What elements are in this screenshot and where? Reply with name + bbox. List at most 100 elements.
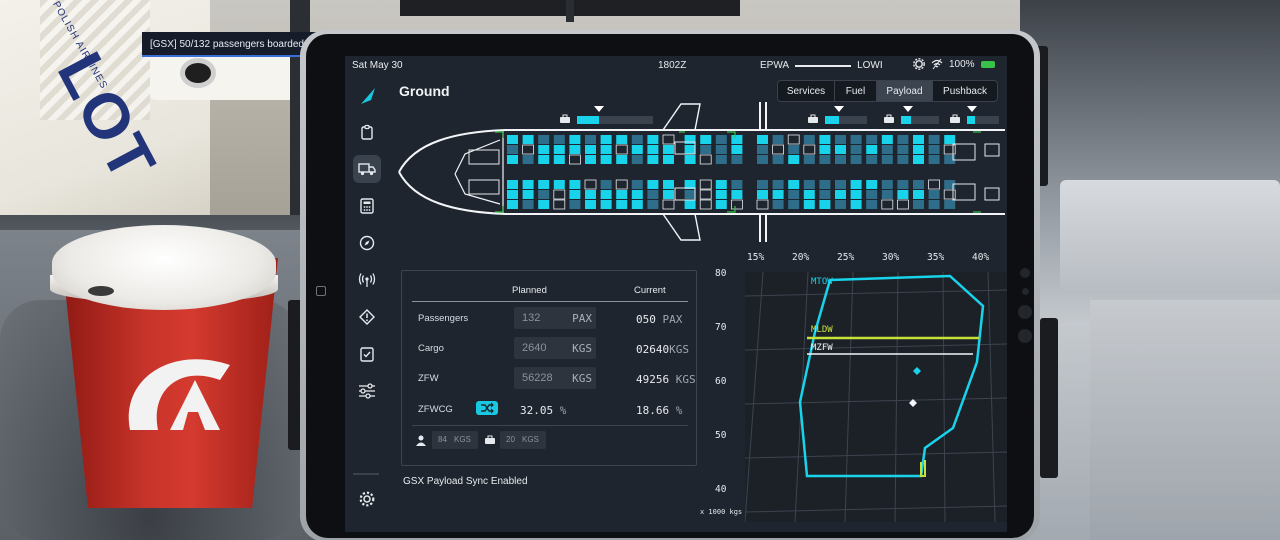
seat xyxy=(569,190,581,199)
seat xyxy=(715,200,727,209)
sidebar-item-checklist[interactable] xyxy=(353,340,381,368)
y-tick: 50 xyxy=(715,430,727,441)
pax-weight-value: 84 xyxy=(438,435,447,444)
seat xyxy=(772,135,784,144)
sidebar-item-navigation[interactable] xyxy=(353,229,381,257)
sidebar-item-failures[interactable] xyxy=(353,303,381,331)
current-cargo-unit: KGS xyxy=(669,343,689,356)
sidebar-item-clipboard[interactable] xyxy=(353,118,381,146)
seat xyxy=(850,190,862,199)
seat xyxy=(943,144,956,155)
seat xyxy=(684,145,696,154)
status-icons: 100% xyxy=(913,58,995,70)
seat xyxy=(881,145,893,154)
seat xyxy=(881,135,893,144)
table-header-divider xyxy=(412,301,688,302)
row-label-zfwcg: ZFWCG xyxy=(418,404,453,415)
tablet-home-button[interactable] xyxy=(316,286,326,296)
seat xyxy=(663,155,674,164)
seat xyxy=(584,179,597,190)
seat xyxy=(944,135,956,144)
seat xyxy=(757,155,768,164)
seat xyxy=(684,200,696,209)
sidebar-item-settings[interactable] xyxy=(353,485,381,513)
planned-cargo-value: 2640 xyxy=(522,342,547,354)
tab-services[interactable]: Services xyxy=(778,81,835,101)
seat xyxy=(757,180,768,189)
seat xyxy=(569,135,581,144)
bag-weight-input[interactable]: 20 KGS xyxy=(500,431,546,449)
planned-cargo-input[interactable]: 2640 KGS xyxy=(514,337,596,359)
seat xyxy=(835,200,846,209)
seat xyxy=(730,199,743,210)
planned-zfwcg: 32.05 % xyxy=(520,404,566,417)
seat xyxy=(803,144,816,155)
weights-table: Planned Current Passengers 132 PAX 050 P… xyxy=(401,270,697,466)
shuffle-icon xyxy=(481,402,494,414)
sidebar-item-sliders[interactable] xyxy=(353,377,381,405)
settings-gear-icon[interactable] xyxy=(913,58,925,70)
planned-zfw-input[interactable]: 56228 KGS xyxy=(514,367,596,389)
seat xyxy=(881,155,893,164)
seat xyxy=(787,134,800,145)
page-title: Ground xyxy=(399,83,450,99)
tab-fuel[interactable]: Fuel xyxy=(835,81,877,101)
tab-payload[interactable]: Payload xyxy=(877,81,933,101)
seat xyxy=(522,180,534,189)
seat xyxy=(522,144,534,155)
calculator-icon xyxy=(360,198,374,214)
seat xyxy=(928,135,940,144)
seat xyxy=(615,179,628,190)
seat xyxy=(699,189,712,200)
sidebar-item-calculator[interactable] xyxy=(353,192,381,220)
compass-icon xyxy=(359,235,375,251)
current-zfw-value: 49256 xyxy=(636,373,670,386)
planned-zfw-value: 56228 xyxy=(522,372,553,384)
tablet-side-buttons xyxy=(1018,268,1032,358)
current-passengers-value: 050 xyxy=(636,313,656,326)
planned-cargo-unit: KGS xyxy=(572,342,592,355)
current-zfw: 49256 KGS xyxy=(636,373,696,386)
seat xyxy=(616,135,628,144)
seat xyxy=(943,189,956,200)
row-label-cargo: Cargo xyxy=(418,343,444,354)
row-label-zfw: ZFW xyxy=(418,373,439,384)
seat xyxy=(715,135,727,144)
bus-wheel-image xyxy=(180,58,216,88)
seat xyxy=(897,145,909,154)
tab-pushback[interactable]: Pushback xyxy=(933,81,997,101)
seat xyxy=(819,145,831,154)
seat xyxy=(647,190,659,199)
planned-passengers-input[interactable]: 132 PAX xyxy=(514,307,596,329)
seat xyxy=(928,145,940,154)
seat xyxy=(757,190,768,199)
seat xyxy=(756,199,769,210)
seat xyxy=(731,190,743,199)
seat xyxy=(568,154,581,165)
seat xyxy=(788,155,800,164)
seat xyxy=(647,180,659,189)
seat xyxy=(507,180,518,189)
tablet-side-dot xyxy=(1018,329,1032,343)
sidebar-item-radio[interactable] xyxy=(353,266,381,294)
seat xyxy=(647,145,659,154)
seat xyxy=(819,190,831,199)
seat xyxy=(819,200,831,209)
seat xyxy=(944,200,956,209)
seat xyxy=(928,190,940,199)
seat xyxy=(788,145,800,154)
pax-weight-input[interactable]: 84 KGS xyxy=(432,431,478,449)
seat xyxy=(928,179,940,190)
seat xyxy=(866,135,878,144)
route-destination: LOWI xyxy=(857,60,883,71)
seat xyxy=(600,145,612,154)
tablet-side-dot xyxy=(1021,288,1029,295)
seat xyxy=(600,135,612,144)
seat xyxy=(757,145,768,154)
seat xyxy=(631,155,643,164)
randomize-cg-button[interactable] xyxy=(476,401,498,415)
seat xyxy=(684,155,696,164)
seat xyxy=(684,135,696,144)
sidebar-item-ground[interactable] xyxy=(353,155,381,183)
seat xyxy=(881,199,894,210)
